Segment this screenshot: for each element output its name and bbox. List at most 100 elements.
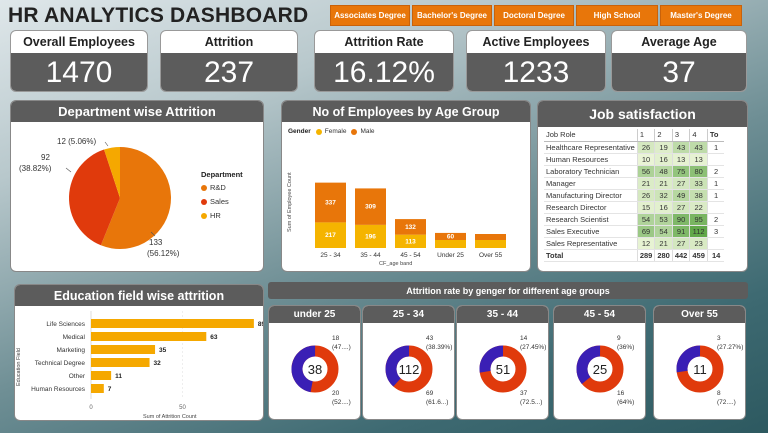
filter-doctoral-degree[interactable]: Doctoral Degree (494, 5, 574, 26)
legend-label: Sales (210, 197, 229, 206)
bar-male[interactable] (475, 234, 506, 240)
satisfaction-cell: 459 (689, 248, 708, 262)
y-tick-label: Life Sciences (46, 321, 85, 328)
education-bar[interactable] (91, 345, 156, 354)
bar-female[interactable] (435, 240, 466, 248)
bar-label-female: 113 (405, 238, 416, 245)
kpi-attrition-rate: Attrition Rate 16.12% (314, 30, 454, 92)
age-group-stacked-bar-chart: Sum of Employee Count CF_age band 217 337… (287, 172, 506, 267)
satisfaction-cell: 33 (689, 177, 708, 190)
job-role-cell: Sales Executive (544, 225, 638, 238)
table-header-cell[interactable]: To (706, 129, 725, 142)
satisfaction-cell: 80 (689, 165, 708, 178)
satisfaction-cell: 26 (636, 141, 655, 154)
satisfaction-cell: 3 (706, 225, 725, 238)
bar-value-label: 11 (115, 373, 122, 380)
education-bar[interactable] (91, 384, 104, 393)
satisfaction-cell: 26 (636, 189, 655, 202)
table-header-cell[interactable]: 3 (671, 129, 690, 142)
filter-masters-degree[interactable]: Master's Degree (660, 5, 742, 26)
donut-label-top-count: 14 (520, 335, 528, 342)
satisfaction-cell: 21 (636, 177, 655, 190)
donut-label-top-pct: (36%) (617, 344, 634, 351)
satisfaction-cell: 15 (636, 201, 655, 214)
table-row: Sales Representative 12 21 27 23 (544, 237, 725, 250)
y-tick-label: Technical Degree (35, 360, 86, 367)
legend-item-hr[interactable]: HR (201, 211, 243, 220)
donut-label-bottom-count: 37 (520, 390, 528, 397)
satisfaction-cell: 27 (671, 237, 690, 250)
x-tick-label: 35 - 44 (360, 252, 381, 259)
panel-title: Education field wise attrition (15, 285, 263, 306)
pie-label-sales-pct: (38.82%) (19, 164, 52, 173)
satisfaction-cell: 21 (654, 177, 673, 190)
education-bar[interactable] (91, 371, 112, 380)
gender-donut-chart: 11 3 (27.27%) 8 (72....) (676, 335, 743, 406)
donut-label-bottom-pct: (72....) (717, 399, 736, 406)
donut-label-top-pct: (27.27%) (717, 344, 743, 351)
kpi-label: Active Employees (482, 35, 590, 49)
satisfaction-cell: 1 (706, 189, 725, 202)
kpi-label: Attrition (204, 35, 254, 49)
kpi-overall-employees: Overall Employees 1470 (10, 30, 148, 92)
satisfaction-cell: 75 (671, 165, 690, 178)
job-role-cell: Manager (544, 177, 638, 190)
table-header-cell[interactable]: 4 (689, 129, 708, 142)
job-satisfaction-table-container[interactable]: Job Role 1 2 3 4 To Healthcare Representative… (544, 129, 747, 271)
donut-center-value: 51 (496, 362, 510, 377)
satisfaction-cell: 16 (654, 153, 673, 166)
satisfaction-cell: 21 (654, 237, 673, 250)
filter-high-school[interactable]: High School (576, 5, 658, 26)
table-header-cell[interactable]: 2 (654, 129, 673, 142)
education-bar[interactable] (91, 319, 254, 328)
education-filter-bar: Associates Degree Bachelor's Degree Doct… (330, 5, 742, 26)
donut-label-bottom-pct: (64%) (617, 399, 634, 406)
satisfaction-cell: 54 (636, 213, 655, 226)
bar-value-label: 35 (159, 347, 167, 354)
panel-title: Job satisfaction (538, 101, 747, 127)
pie-leader-sales (65, 167, 72, 173)
donut-title: under 25 (269, 306, 360, 323)
table-header-row: Job Role 1 2 3 4 To (544, 129, 725, 142)
satisfaction-cell: 10 (636, 153, 655, 166)
panel-title: No of Employees by Age Group (282, 101, 530, 122)
bar-female[interactable] (475, 240, 506, 248)
legend-item-rd[interactable]: R&D (201, 183, 243, 192)
satisfaction-cell: 23 (689, 237, 708, 250)
satisfaction-cell: 442 (671, 248, 690, 262)
table-row: Manufacturing Director 26 32 49 38 1 (544, 189, 725, 202)
satisfaction-cell (706, 153, 725, 166)
kpi-value: 237 (161, 53, 297, 91)
satisfaction-cell: 27 (671, 201, 690, 214)
bar-value-label: 89 (258, 321, 264, 328)
education-bar[interactable] (91, 358, 150, 367)
education-bar[interactable] (91, 332, 207, 341)
donut-label-top-pct: (47....) (332, 344, 351, 351)
job-role-cell: Research Scientist (544, 213, 638, 226)
satisfaction-cell: 19 (654, 141, 673, 154)
pie-label-rd-pct: (56.12%) (147, 249, 180, 258)
x-tick-label: 50 (179, 405, 186, 411)
panel-title: Department wise Attrition (11, 101, 263, 122)
kpi-label: Overall Employees (23, 35, 135, 49)
donut-center-value: 112 (399, 362, 420, 377)
table-header-cell[interactable]: Job Role (544, 129, 638, 142)
table-body: Healthcare Representative 26 19 43 43 1 Human … (544, 141, 725, 262)
filter-associates-degree[interactable]: Associates Degree (330, 5, 410, 26)
satisfaction-cell: 38 (689, 189, 708, 202)
gender-donut-chart: 51 14 (27.45%) 37 (72.5...) (479, 335, 546, 406)
dashboard-title: HR ANALYTICS DASHBOARD (8, 4, 309, 27)
donut-label-bottom-count: 16 (617, 390, 625, 397)
legend-item-sales[interactable]: Sales (201, 197, 243, 206)
pie-label-hr: 12 (5.06%) (57, 137, 96, 146)
bar-label-female: 217 (325, 232, 336, 239)
donut-label-top-pct: (38.39%) (426, 344, 452, 351)
satisfaction-cell: 43 (689, 141, 708, 154)
job-role-cell: Total (544, 248, 638, 262)
table-header-cell[interactable]: 1 (636, 129, 655, 142)
satisfaction-cell: 56 (636, 165, 655, 178)
satisfaction-cell: 1 (706, 141, 725, 154)
satisfaction-cell (706, 201, 725, 214)
filter-bachelors-degree[interactable]: Bachelor's Degree (412, 5, 492, 26)
bar-value-label: 63 (210, 334, 218, 341)
